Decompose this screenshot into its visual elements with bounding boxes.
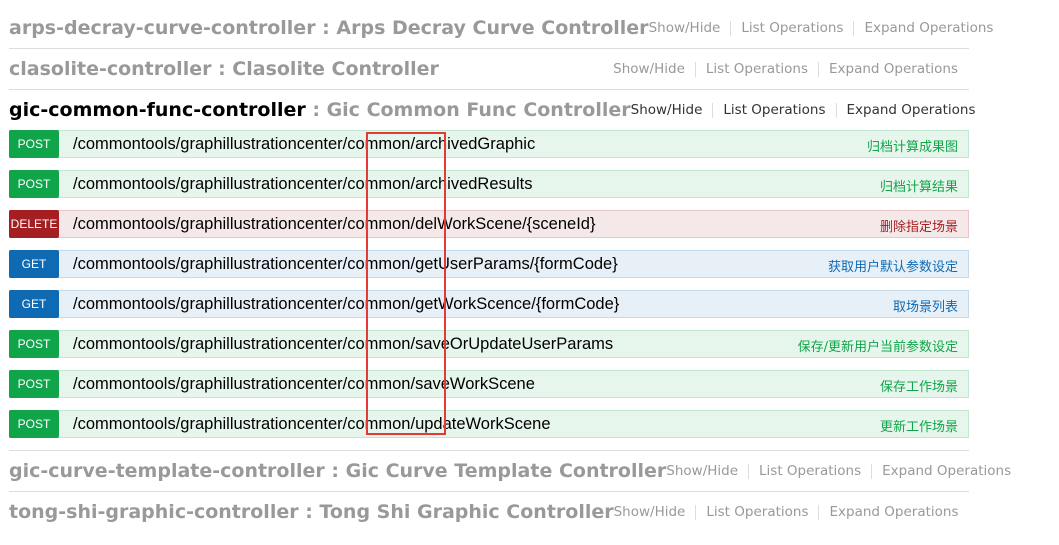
resource-gic-common-func-controller: gic-common-func-controller : Gic Common … [9, 90, 976, 451]
http-method-badge[interactable]: DELETE [9, 209, 59, 238]
divider [695, 504, 697, 520]
endpoint-path[interactable]: /commontools/graphillustrationcenter/com… [73, 335, 613, 354]
resource-separator: : [305, 99, 327, 121]
divider [818, 61, 819, 77]
resource-clasolite-controller: clasolite-controller : Clasolite Control… [9, 49, 969, 90]
endpoint-path[interactable]: /commontools/graphillustrationcenter/com… [73, 135, 535, 154]
endpoint-path[interactable]: /commontools/graphillustrationcenter/com… [73, 375, 535, 394]
list-operations-link[interactable]: List Operations [759, 463, 861, 479]
resource-description: Gic Common Func Controller [326, 99, 631, 121]
resource-header: gic-curve-template-controller : Gic Curv… [9, 451, 1011, 491]
endpoint-path[interactable]: /commontools/graphillustrationcenter/com… [73, 215, 595, 234]
resource-description: Gic Curve Template Controller [345, 460, 667, 482]
divider [871, 463, 873, 479]
resource-header: arps-decray-curve-controller : Arps Decr… [9, 8, 993, 48]
resource-separator: : [211, 58, 233, 80]
divider [853, 20, 855, 36]
divider [835, 102, 837, 118]
resource-actions: Show/Hide List Operations Expand Operati… [666, 463, 1011, 479]
show-hide-link[interactable]: Show/Hide [649, 20, 721, 36]
endpoint-path[interactable]: /commontools/graphillustrationcenter/com… [73, 175, 532, 194]
resource-name[interactable]: tong-shi-graphic-controller [9, 501, 299, 523]
operation-summary[interactable]: 更新工作场景 [880, 416, 958, 435]
resource-gic-curve-template-controller: gic-curve-template-controller : Gic Curv… [9, 451, 1011, 492]
http-method-badge[interactable]: POST [9, 369, 59, 398]
operation-summary[interactable]: 获取用户默认参数设定 [828, 256, 958, 275]
resource-description: Arps Decray Curve Controller [336, 17, 649, 39]
operation-summary[interactable]: 保存/更新用户当前参数设定 [798, 336, 958, 355]
operation-summary[interactable]: 取场景列表 [893, 296, 958, 315]
resource-title[interactable]: clasolite-controller : Clasolite Control… [9, 58, 439, 80]
operation-row[interactable]: POST /commontools/graphillustrationcente… [9, 369, 969, 398]
endpoint-path[interactable]: /commontools/graphillustrationcenter/com… [73, 415, 551, 434]
divider [748, 463, 750, 479]
operation-summary[interactable]: 归档计算结果 [880, 176, 958, 195]
operation-row[interactable]: POST /commontools/graphillustrationcente… [9, 329, 969, 358]
operations-list: POST /commontools/graphillustrationcente… [9, 129, 969, 450]
resource-name[interactable]: clasolite-controller [9, 58, 211, 80]
show-hide-link[interactable]: Show/Hide [614, 504, 686, 520]
list-operations-link[interactable]: List Operations [706, 504, 808, 520]
expand-operations-link[interactable]: Expand Operations [847, 102, 976, 118]
resource-actions: Show/Hide List Operations Expand Operati… [631, 102, 976, 118]
endpoint-path[interactable]: /commontools/graphillustrationcenter/com… [73, 255, 618, 274]
show-hide-link[interactable]: Show/Hide [631, 102, 703, 118]
resource-name[interactable]: gic-common-func-controller [9, 99, 306, 121]
resource-title[interactable]: gic-common-func-controller : Gic Common … [9, 99, 631, 121]
resource-separator: : [324, 460, 346, 482]
resource-name[interactable]: arps-decray-curve-controller [9, 17, 316, 39]
show-hide-link[interactable]: Show/Hide [613, 61, 685, 77]
resource-title[interactable]: arps-decray-curve-controller : Arps Decr… [9, 17, 649, 39]
operation-row[interactable]: POST /commontools/graphillustrationcente… [9, 129, 969, 158]
operation-summary[interactable]: 删除指定场景 [880, 216, 958, 235]
resource-description: Tong Shi Graphic Controller [319, 501, 614, 523]
divider [730, 20, 732, 36]
endpoint-path[interactable]: /commontools/graphillustrationcenter/com… [73, 295, 619, 314]
http-method-badge[interactable]: POST [9, 129, 59, 158]
list-operations-link[interactable]: List Operations [741, 20, 843, 36]
resource-name[interactable]: gic-curve-template-controller [9, 460, 325, 482]
resource-title[interactable]: tong-shi-graphic-controller : Tong Shi G… [9, 501, 614, 523]
expand-operations-link[interactable]: Expand Operations [882, 463, 1011, 479]
resource-description: Clasolite Controller [232, 58, 439, 80]
expand-operations-link[interactable]: Expand Operations [864, 20, 993, 36]
operation-summary[interactable]: 保存工作场景 [880, 376, 958, 395]
http-method-badge[interactable]: POST [9, 409, 59, 438]
operation-row[interactable]: GET /commontools/graphillustrationcenter… [9, 289, 969, 318]
http-method-badge[interactable]: GET [9, 289, 59, 318]
http-method-badge[interactable]: POST [9, 169, 59, 198]
operation-summary[interactable]: 归档计算成果图 [867, 136, 958, 155]
divider [818, 504, 820, 520]
list-operations-link[interactable]: List Operations [723, 102, 825, 118]
resource-header: clasolite-controller : Clasolite Control… [9, 49, 969, 89]
http-method-badge[interactable]: GET [9, 249, 59, 278]
resource-actions: Show/Hide List Operations Expand Operati… [649, 20, 994, 36]
expand-operations-link[interactable]: Expand Operations [829, 504, 958, 520]
expand-operations-link[interactable]: Expand Operations [829, 61, 958, 77]
resource-arps-decray-curve-controller: arps-decray-curve-controller : Arps Decr… [9, 8, 993, 49]
list-operations-link[interactable]: List Operations [706, 61, 808, 77]
operation-row[interactable]: GET /commontools/graphillustrationcenter… [9, 249, 969, 278]
resource-separator: : [298, 501, 320, 523]
show-hide-link[interactable]: Show/Hide [666, 463, 738, 479]
resource-header: gic-common-func-controller : Gic Common … [9, 90, 976, 130]
operation-row[interactable]: DELETE /commontools/graphillustrationcen… [9, 209, 969, 238]
resource-actions: Show/Hide List Operations Expand Operati… [613, 61, 958, 77]
resource-header: tong-shi-graphic-controller : Tong Shi G… [9, 492, 969, 532]
resource-title[interactable]: gic-curve-template-controller : Gic Curv… [9, 460, 666, 482]
operation-row[interactable]: POST /commontools/graphillustrationcente… [9, 169, 969, 198]
operation-row[interactable]: POST /commontools/graphillustrationcente… [9, 409, 969, 438]
resource-actions: Show/Hide List Operations Expand Operati… [614, 504, 959, 520]
resource-separator: : [315, 17, 337, 39]
http-method-badge[interactable]: POST [9, 329, 59, 358]
divider [694, 61, 696, 77]
divider [712, 102, 714, 118]
resource-tong-shi-graphic-controller: tong-shi-graphic-controller : Tong Shi G… [9, 492, 969, 532]
